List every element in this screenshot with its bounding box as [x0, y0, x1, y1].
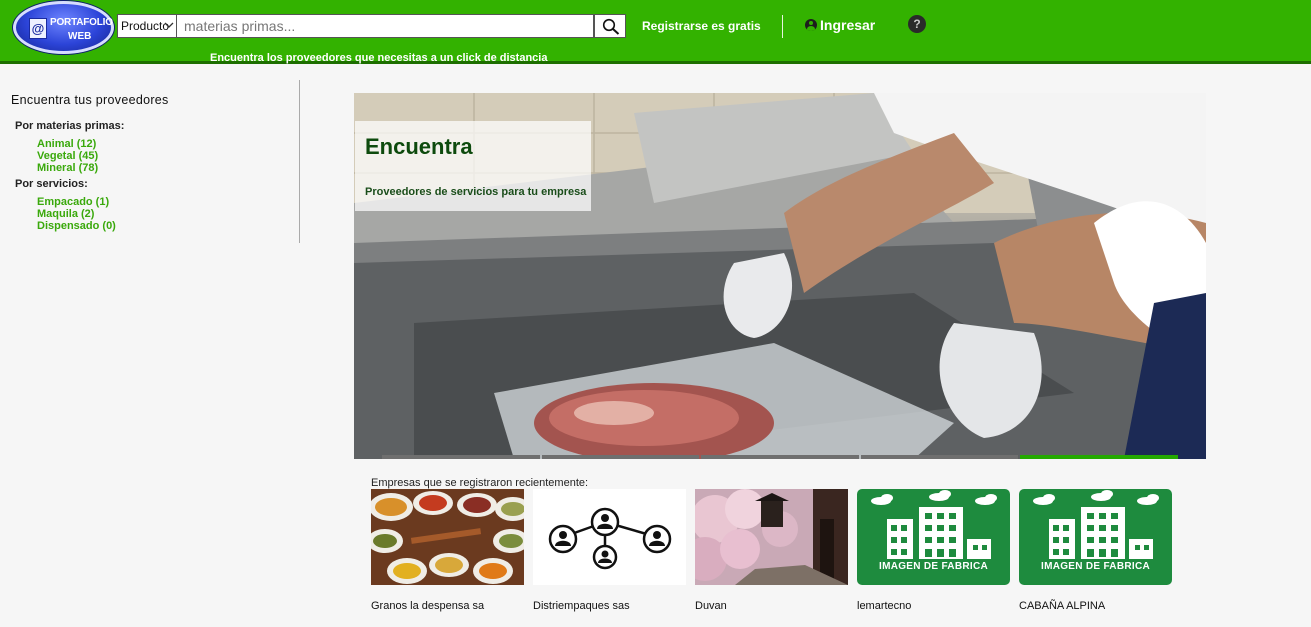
logo-text-line2: WEB — [68, 31, 92, 42]
login-label: Ingresar — [820, 17, 876, 33]
company-card-cabana-alpina[interactable]: IMAGEN DE FABRICA CABAÑA ALPINA — [1019, 489, 1172, 612]
group-services: Por servicios: — [15, 178, 88, 190]
company-name: Granos la despensa sa — [371, 600, 485, 612]
company-card-lemartecno[interactable]: IMAGEN DE FABRICA lemartecno — [857, 489, 1010, 612]
portafolio-web-logo[interactable]: @ PORTAFOLIO WEB — [13, 1, 114, 54]
header-divider — [782, 15, 783, 38]
company-name: lemartecno — [857, 600, 912, 612]
factory-image-caption: IMAGEN DE FABRICA — [879, 561, 988, 572]
network-icon — [533, 489, 686, 585]
carousel-indicator-5[interactable] — [1020, 455, 1178, 459]
header-tagline: Encuentra los proveedores que necesitas … — [210, 52, 548, 64]
hero-caption-card: Encuentra Proveedores de servicios para … — [355, 121, 591, 211]
hero-carousel[interactable]: Encuentra Proveedores de servicios para … — [354, 93, 1206, 459]
factory-placeholder-image: IMAGEN DE FABRICA — [1019, 489, 1172, 585]
hero-title: Encuentra — [365, 134, 473, 159]
sidebar-item-dispensado[interactable]: Dispensado (0) — [37, 220, 116, 232]
sidebar-item-vegetal[interactable]: Vegetal (45) — [37, 150, 98, 162]
search-button[interactable] — [594, 14, 626, 38]
company-name: Distriempaques sas — [533, 600, 630, 612]
group-raw-materials: Por materias primas: — [15, 120, 125, 132]
company-card-distriempaques[interactable]: Distriempaques sas — [533, 489, 686, 612]
sidebar-item-animal[interactable]: Animal (12) — [37, 138, 96, 150]
factory-placeholder-image: IMAGEN DE FABRICA — [857, 489, 1010, 585]
category-select-value: Producto — [121, 19, 170, 33]
company-name: CABAÑA ALPINA — [1019, 600, 1106, 612]
user-icon — [805, 19, 817, 31]
recent-companies-title: Empresas que se registraron recientement… — [371, 477, 589, 489]
company-card-granos[interactable]: Granos la despensa sa — [371, 489, 524, 612]
sidebar-item-empacado[interactable]: Empacado (1) — [37, 196, 109, 208]
company-card-duvan[interactable]: Duvan — [695, 489, 848, 612]
register-link[interactable]: Registrarse es gratis — [642, 19, 761, 33]
company-name: Duvan — [695, 600, 727, 612]
login-link[interactable]: Ingresar — [805, 17, 875, 33]
carousel-indicator-4[interactable] — [860, 455, 1019, 459]
sidebar-item-maquila[interactable]: Maquila (2) — [37, 208, 94, 220]
logo-text-line1: PORTAFOLIO — [50, 17, 113, 28]
search-input[interactable] — [176, 14, 594, 38]
factory-image-caption: IMAGEN DE FABRICA — [1041, 561, 1150, 572]
at-sign-icon: @ — [29, 18, 47, 39]
spices-photo — [371, 489, 524, 585]
chevron-down-icon — [164, 22, 174, 28]
provider-filter-sidebar: Encuentra tus proveedores Por materias p… — [0, 80, 300, 243]
cherry-blossom-photo — [695, 489, 848, 585]
sidebar-item-mineral[interactable]: Mineral (78) — [37, 162, 98, 174]
carousel-indicators — [382, 455, 1178, 459]
hero-subtitle: Proveedores de servicios para tu empresa — [365, 186, 587, 198]
carousel-indicator-3[interactable] — [701, 455, 859, 459]
help-icon[interactable]: ? — [908, 15, 926, 33]
top-bar: @ PORTAFOLIO WEB Producto Registrarse es… — [0, 0, 1311, 64]
carousel-indicator-2[interactable] — [541, 455, 700, 459]
search-icon — [602, 18, 620, 35]
carousel-indicator-1[interactable] — [382, 455, 540, 459]
category-select[interactable]: Producto — [117, 14, 177, 38]
sidebar-title: Encuentra tus proveedores — [11, 93, 169, 107]
